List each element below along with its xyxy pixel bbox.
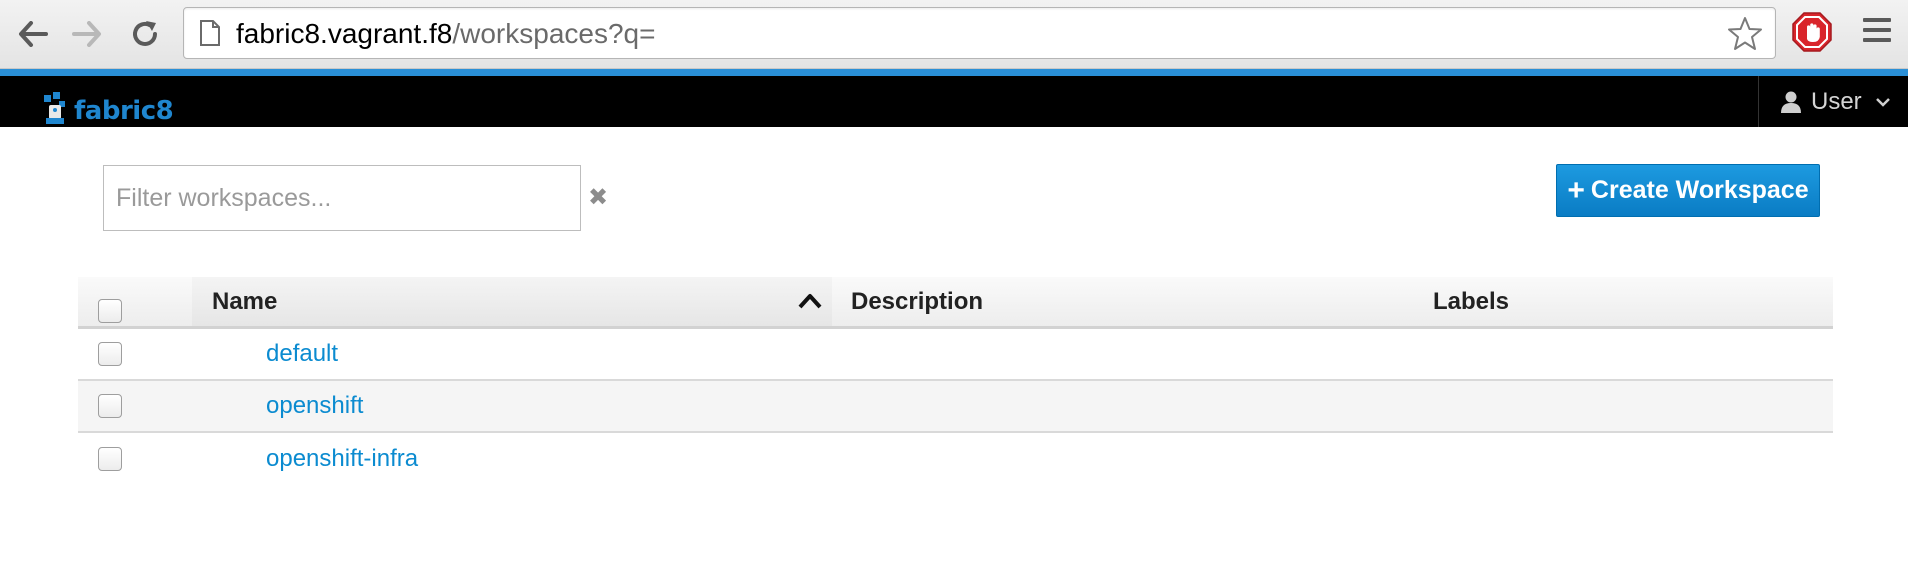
select-all-checkbox[interactable]	[98, 298, 122, 323]
workspace-link[interactable]: openshift	[266, 392, 363, 420]
brand-link[interactable]: fabric8	[38, 82, 174, 126]
address-bar[interactable]: fabric8.vagrant.f8/workspaces?q=	[183, 7, 1776, 59]
select-all-cell	[78, 277, 191, 326]
forward-button[interactable]	[67, 14, 107, 54]
fabric8-logo-icon	[44, 92, 65, 124]
workspaces-table: Name Description Labels default openshif…	[78, 277, 1833, 485]
user-label: User	[1811, 87, 1862, 115]
table-row: default	[78, 329, 1833, 381]
back-arrow-icon	[19, 21, 48, 47]
user-icon	[1781, 91, 1801, 113]
adblock-icon[interactable]	[1792, 12, 1832, 52]
table-row: openshift	[78, 381, 1833, 433]
create-workspace-button[interactable]: + Create Workspace	[1556, 164, 1820, 217]
column-header-description[interactable]: Description	[832, 277, 983, 326]
row-checkbox[interactable]	[98, 447, 122, 471]
accent-bar	[0, 69, 1908, 76]
column-header-name[interactable]: Name	[192, 277, 832, 326]
column-header-labels[interactable]: Labels	[1433, 277, 1509, 326]
url-path: /workspaces?q=	[452, 18, 656, 49]
sort-ascending-icon	[798, 294, 822, 309]
back-button[interactable]	[13, 14, 53, 54]
hamburger-menu-icon[interactable]	[1862, 15, 1892, 45]
page-icon	[200, 20, 220, 46]
table-row: openshift-infra	[78, 433, 1833, 485]
column-header-labels-label: Labels	[1433, 287, 1510, 315]
filter-workspaces-input[interactable]	[103, 165, 581, 231]
user-menu[interactable]: User	[1758, 76, 1908, 127]
url-text: fabric8.vagrant.f8/workspaces?q=	[236, 19, 655, 49]
brand-name: fabric8	[74, 96, 174, 126]
clear-filter-icon[interactable]: ✖	[587, 186, 609, 210]
reload-button[interactable]	[125, 14, 165, 54]
column-header-description-label: Description	[851, 287, 984, 315]
column-header-name-label: Name	[212, 287, 278, 315]
forward-arrow-icon	[72, 21, 101, 47]
row-checkbox[interactable]	[98, 394, 122, 418]
workspace-link[interactable]: openshift-infra	[266, 445, 418, 473]
browser-toolbar: fabric8.vagrant.f8/workspaces?q=	[0, 0, 1908, 69]
workspace-link[interactable]: default	[266, 340, 338, 368]
chevron-down-icon	[1875, 97, 1890, 107]
row-checkbox[interactable]	[98, 342, 122, 366]
plus-icon: +	[1567, 174, 1585, 207]
url-host: fabric8.vagrant.f8	[236, 18, 453, 49]
app-header: fabric8 User	[0, 76, 1908, 127]
create-workspace-label: Create Workspace	[1590, 176, 1809, 204]
star-icon[interactable]	[1727, 16, 1763, 52]
reload-icon	[133, 21, 157, 46]
table-header: Name Description Labels	[78, 277, 1833, 329]
